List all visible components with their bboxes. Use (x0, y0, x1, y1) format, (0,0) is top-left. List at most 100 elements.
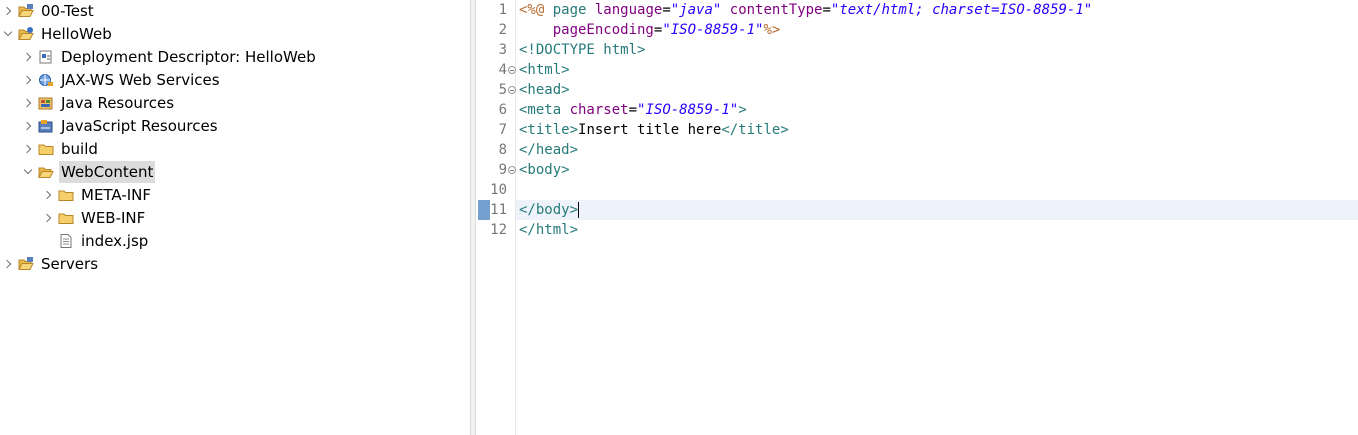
tree-item-label: 00-Test (41, 2, 94, 20)
tree-item-index-jsp[interactable]: index.jsp (43, 230, 150, 252)
tree-item-servers[interactable]: Servers (3, 253, 100, 275)
code-token: = (662, 2, 671, 18)
code-token: </title> (721, 122, 789, 138)
code-token: page (544, 2, 595, 18)
code-token: </body> (519, 202, 579, 218)
code-line[interactable]: <body> (519, 160, 570, 180)
tree-item-label: HelloWeb (41, 25, 112, 43)
code-token: <title> (519, 122, 579, 138)
code-token: </head> (519, 142, 579, 158)
line-number: 4 (498, 62, 507, 78)
chevron-right-icon[interactable] (43, 190, 53, 200)
code-token: html (603, 42, 638, 58)
code-token: <!DOCTYPE (519, 42, 604, 58)
jsp-editor[interactable]: 1 2 3 4 5 6 7 8 9 10 11 12 <%@ page language="java"… (476, 0, 1358, 435)
code-token: "java" (670, 2, 722, 18)
line-number: 5 (498, 82, 507, 98)
code-token: > (637, 42, 646, 58)
code-line[interactable]: <head> (519, 80, 570, 100)
chevron-right-icon[interactable] (23, 121, 33, 131)
tree-item-build[interactable]: build (23, 138, 100, 160)
code-token: language (594, 2, 663, 18)
code-line[interactable]: pageEncoding="ISO-8859-1"%> (519, 20, 781, 40)
line-number: 10 (490, 182, 507, 198)
code-line[interactable]: <%@ page language="java" contentType="te… (519, 0, 1092, 20)
tree-item-deployment-descriptor-helloweb[interactable]: Deployment Descriptor: HelloWeb (23, 46, 318, 68)
chevron-right-icon[interactable] (23, 144, 33, 154)
web-project-icon (18, 27, 34, 41)
tree-item-label: WEB-INF (81, 209, 146, 227)
web-services-icon (38, 73, 54, 87)
folder-icon (58, 211, 74, 225)
code-token: </html> (519, 222, 579, 238)
tree-item-label: Java Resources (61, 94, 175, 112)
jsp-file-icon (58, 234, 74, 248)
tree-item-label: JavaScript Resources (61, 117, 218, 135)
line-number: 8 (498, 142, 507, 158)
fold-toggle-icon[interactable] (508, 66, 516, 74)
chevron-right-icon[interactable] (23, 75, 33, 85)
code-token: "ISO-8859-1" (637, 102, 739, 118)
line-number-gutter[interactable]: 1 2 3 4 5 6 7 8 9 10 11 12 (476, 0, 516, 435)
folder-icon (38, 142, 54, 156)
deployment-descriptor-icon (38, 50, 54, 64)
code-line[interactable]: <title>Insert title here</title> (519, 120, 789, 140)
project-explorer: 00-Test HelloWeb Deployment Descriptor: He… (0, 0, 470, 435)
chevron-right-icon[interactable] (3, 259, 13, 269)
code-line[interactable]: <!DOCTYPE html> (519, 40, 645, 60)
code-token: <html> (519, 62, 570, 78)
project-folder-icon (18, 257, 34, 271)
tree-item-label: Servers (41, 255, 99, 273)
line-number: 6 (498, 102, 507, 118)
code-token: <head> (519, 82, 570, 98)
chevron-down-icon[interactable] (3, 29, 13, 39)
code-area[interactable]: <%@ page language="java" contentType="te… (516, 0, 1358, 435)
open-folder-icon (38, 165, 54, 179)
code-token: = (628, 102, 638, 118)
chevron-right-icon[interactable] (43, 213, 53, 223)
folder-icon (58, 188, 74, 202)
tree-item-javascript-resources[interactable]: JavaScript Resources (23, 115, 220, 137)
code-token: "ISO-8859-1" (662, 22, 764, 38)
line-number: 12 (490, 222, 507, 238)
fold-toggle-icon[interactable] (508, 86, 516, 94)
tree-item-java-resources[interactable]: Java Resources (23, 92, 176, 114)
chevron-right-icon[interactable] (23, 52, 33, 62)
code-token: charset (569, 102, 629, 118)
text-caret (578, 202, 580, 218)
code-token: <meta (519, 102, 570, 118)
tree-item-webcontent[interactable]: WebContent (23, 161, 156, 183)
chevron-down-icon[interactable] (23, 167, 33, 177)
code-line[interactable]: </html> (519, 220, 578, 240)
code-token: = (822, 2, 831, 18)
tree-item-label: WebContent (59, 161, 156, 183)
current-line-marker (478, 200, 490, 220)
current-line-highlight (516, 200, 1358, 220)
code-token: pageEncoding (552, 22, 654, 38)
fold-toggle-icon[interactable] (508, 166, 516, 174)
code-line[interactable]: <html> (519, 60, 570, 80)
line-number: 2 (498, 22, 507, 38)
java-resources-icon (38, 96, 54, 110)
tree-item-00-test[interactable]: 00-Test (3, 0, 96, 22)
chevron-right-icon[interactable] (23, 98, 33, 108)
code-token: %> (763, 22, 781, 38)
code-token: <%@ (519, 2, 545, 18)
tree-item-web-inf[interactable]: WEB-INF (43, 207, 147, 229)
code-line[interactable]: <meta charset="ISO-8859-1"> (519, 100, 747, 120)
code-line[interactable]: </body> (519, 200, 578, 220)
code-token: <body> (519, 162, 570, 178)
code-line[interactable]: </head> (519, 140, 578, 160)
chevron-right-icon[interactable] (3, 6, 13, 16)
code-token: "text/html; charset=ISO-8859-1" (830, 2, 1093, 18)
tree-item-label: Deployment Descriptor: HelloWeb (61, 48, 316, 66)
tree-item-meta-inf[interactable]: META-INF (43, 184, 153, 206)
line-number: 1 (498, 2, 507, 18)
tree-item-label: build (61, 140, 98, 158)
tree-item-jax-ws-web-services[interactable]: JAX-WS Web Services (23, 69, 222, 91)
tree-item-helloweb[interactable]: HelloWeb (3, 23, 114, 45)
tree-item-label: JAX-WS Web Services (61, 71, 220, 89)
tree-item-label: META-INF (81, 186, 152, 204)
code-token: contentType (729, 2, 823, 18)
